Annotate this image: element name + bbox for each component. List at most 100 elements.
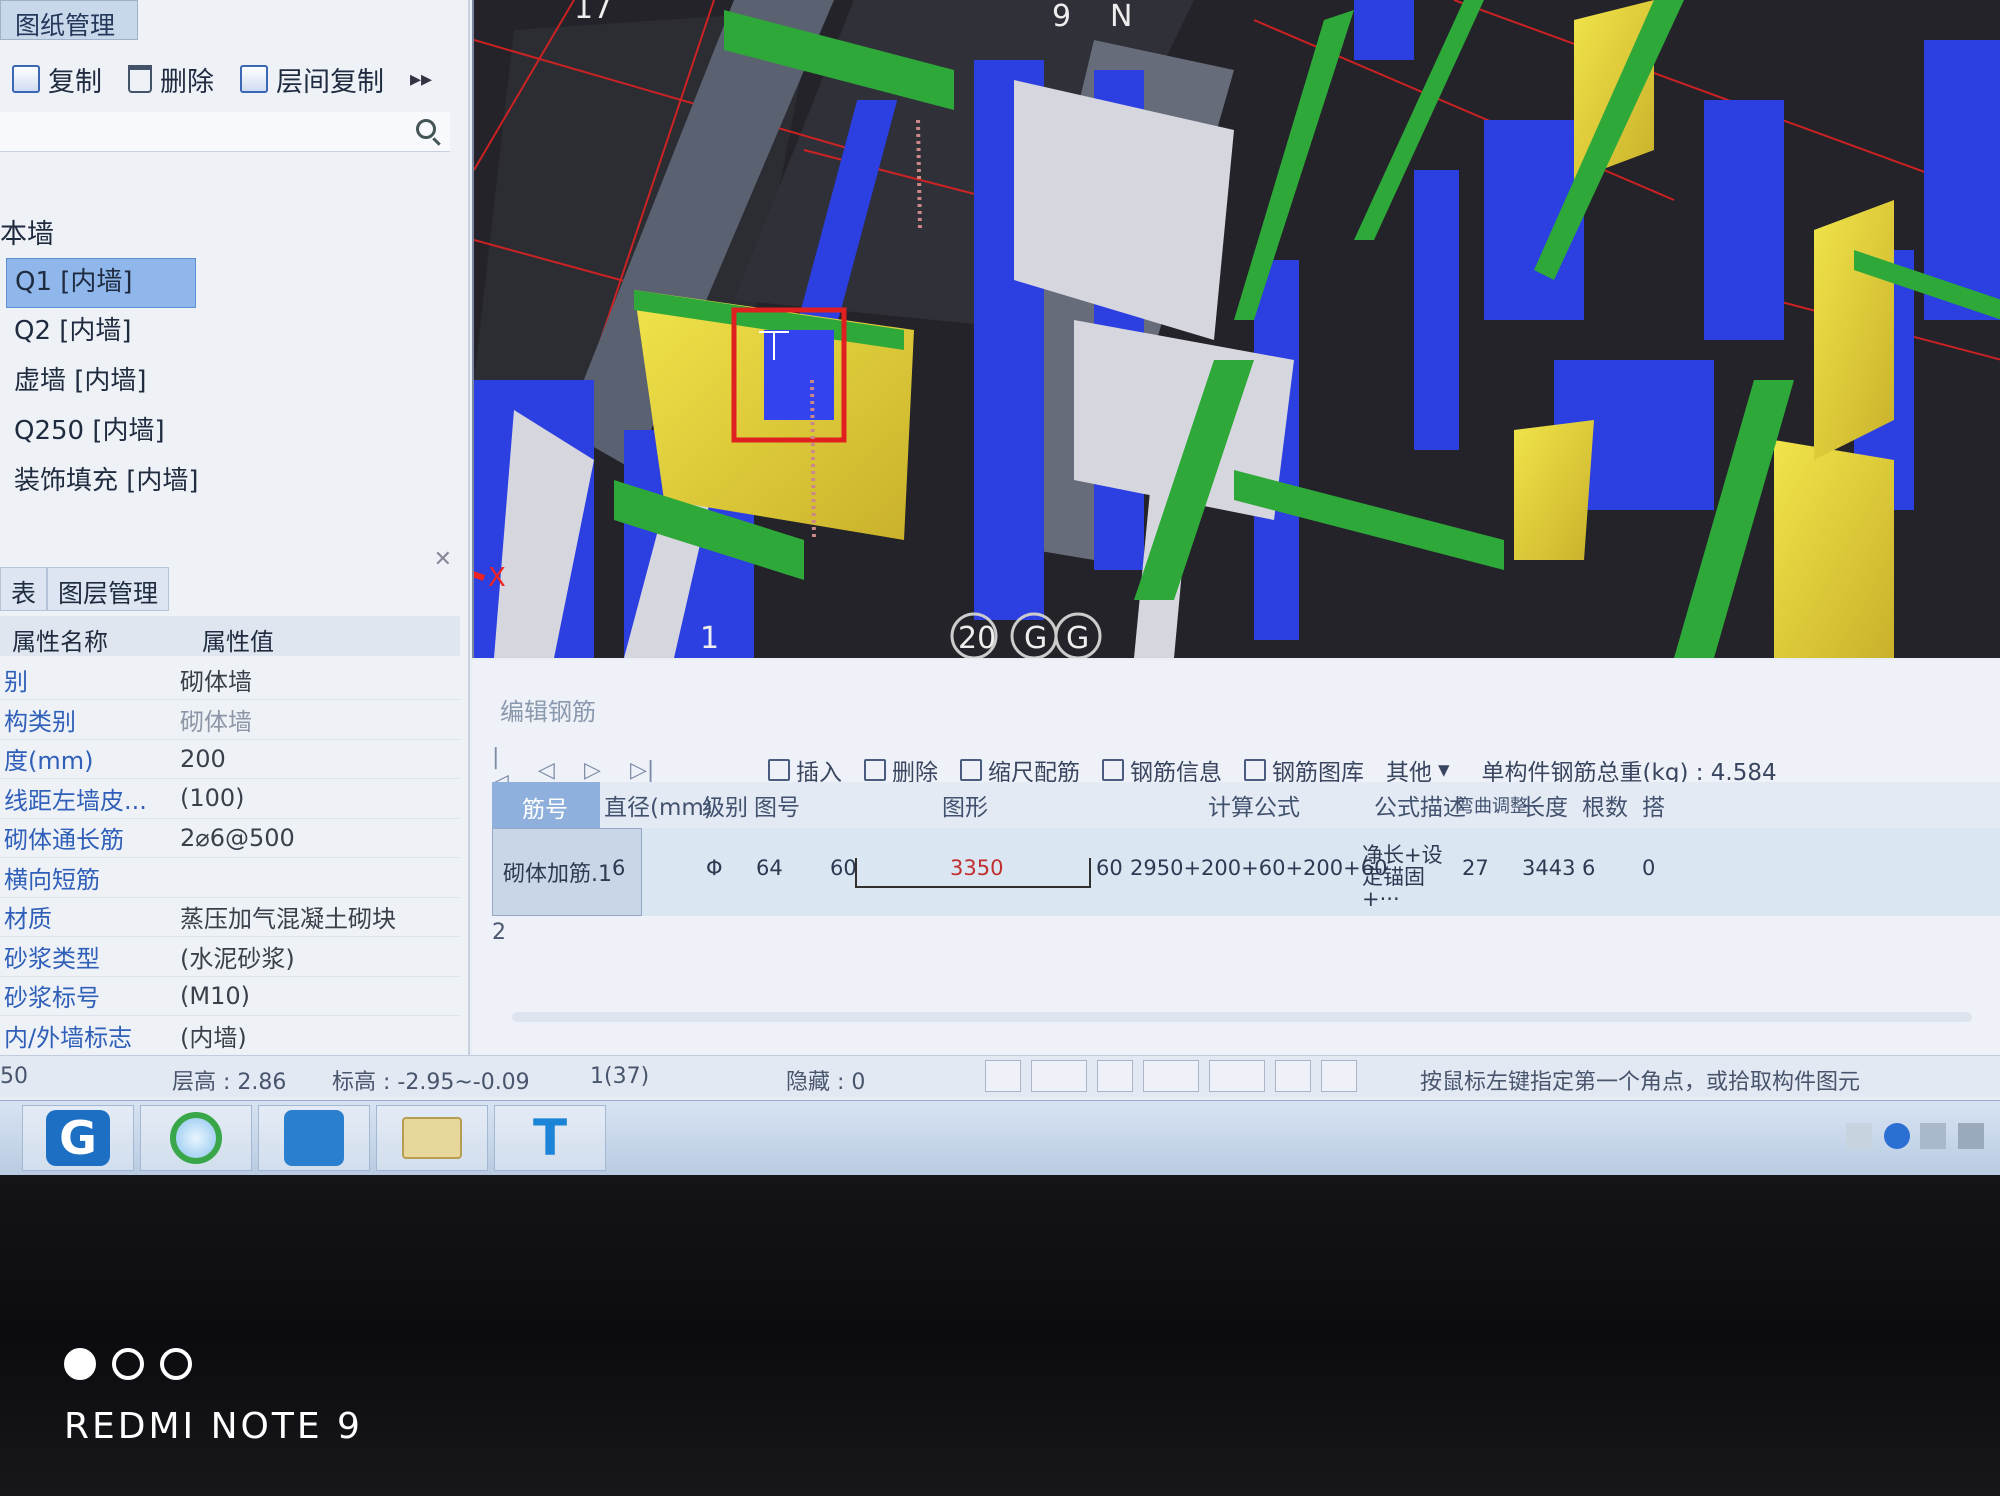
property-row[interactable]: 度(mm) 200: [0, 739, 460, 779]
wall-item-q250[interactable]: Q250 [内墙]: [6, 408, 306, 458]
status-left-value: 50: [0, 1064, 28, 1089]
next-record-icon[interactable]: ▷: [584, 758, 608, 783]
rebar-editor-panel: 编辑钢筋 |◁ ◁ ▷ ▷| 插入 删除 缩尺配筋 钢筋信息 钢筋图库 其他▾ …: [472, 660, 2000, 1055]
property-name: 砌体通长筋: [0, 818, 170, 858]
property-row[interactable]: 材质 蒸压加气混凝土砌块: [0, 897, 460, 937]
wall-item-q2[interactable]: Q2 [内墙]: [6, 308, 306, 358]
property-name: 砂浆标号: [0, 976, 170, 1016]
table-row[interactable]: 砌体加筋.1 6 Φ 64 60 3350 60 2950+200+60+200…: [492, 828, 2000, 916]
angle-snap-icon[interactable]: [1143, 1060, 1199, 1092]
property-value[interactable]: (100): [170, 778, 460, 819]
corner-snap-icon[interactable]: [985, 1060, 1021, 1092]
property-row[interactable]: 线距左墙皮... (100): [0, 778, 460, 819]
cross-snap-icon[interactable]: [1097, 1060, 1133, 1092]
property-name: 线距左墙皮...: [0, 778, 170, 819]
axis-label-1: 1: [700, 621, 719, 656]
snap-tools: [985, 1060, 1357, 1092]
cell-count[interactable]: 6: [1582, 856, 1595, 880]
tree-heading: 本墙: [0, 219, 54, 250]
col-formula: 计算公式: [1208, 795, 1300, 821]
horizontal-scrollbar[interactable]: [512, 1012, 1972, 1022]
property-value[interactable]: (水泥砂浆): [170, 936, 460, 977]
property-row[interactable]: 砂浆类型 (水泥砂浆): [0, 936, 460, 977]
wall-item-q1[interactable]: Q1 [内墙]: [6, 258, 196, 308]
col-fig-no: 图号: [754, 795, 800, 821]
more-arrows-icon[interactable]: ▸▸: [410, 67, 432, 92]
property-value[interactable]: 2⌀6@500: [170, 818, 460, 858]
property-row[interactable]: 别砌体墙: [0, 660, 460, 700]
wall-item-virtual[interactable]: 虚墙 [内墙]: [6, 358, 306, 408]
property-value[interactable]: 蒸压加气混凝土砌块: [170, 897, 460, 937]
cell-formula[interactable]: 2950+200+60+200+60: [1130, 856, 1387, 880]
cell-diameter[interactable]: 6: [612, 856, 625, 880]
property-value[interactable]: (内墙): [170, 1015, 460, 1056]
col-shape: 图形: [942, 795, 988, 821]
search-icon[interactable]: [416, 119, 436, 139]
property-value[interactable]: (M10): [170, 976, 460, 1016]
taskbar-tool-button[interactable]: [258, 1105, 370, 1171]
copy-button[interactable]: 复制: [12, 60, 102, 99]
col-lap: 搭: [1642, 795, 1665, 821]
monitor-bezel: [0, 1175, 2000, 1496]
prev-record-icon[interactable]: ◁: [538, 758, 562, 783]
cell-mid-length: 3350: [950, 856, 1004, 880]
cell-bend-adjust[interactable]: 27: [1462, 856, 1489, 880]
property-value[interactable]: [170, 857, 460, 898]
offset-icon[interactable]: [1209, 1060, 1265, 1092]
taskbar-folder-button[interactable]: [376, 1105, 488, 1171]
taskbar-t-button[interactable]: T: [494, 1105, 606, 1171]
hidden-count: 隐藏 : 0: [786, 1070, 866, 1095]
property-name: 构类别: [0, 699, 170, 740]
3d-viewport[interactable]: L 17 9 N G G G 20 1 X: [472, 0, 2000, 658]
row-number-2[interactable]: 2: [492, 920, 506, 945]
cell-lap[interactable]: 0: [1642, 856, 1655, 880]
taskbar-ie-button[interactable]: [140, 1105, 252, 1171]
drawing-management-tab[interactable]: 图纸管理: [0, 0, 138, 40]
status-hint: 按鼠标左键指定第一个角点，或拾取构件图元: [1420, 1070, 1861, 1095]
floor-copy-icon: [240, 65, 268, 93]
cell-grade[interactable]: Φ: [706, 856, 723, 880]
elevation: 标高 : -2.95~-0.09: [332, 1070, 530, 1095]
property-value[interactable]: 砌体墙: [170, 699, 460, 740]
display-icon[interactable]: [1275, 1060, 1311, 1092]
property-row[interactable]: 砌体通长筋 2⌀6@500: [0, 818, 460, 858]
copy-label: 复制: [48, 66, 102, 98]
tab-property-table[interactable]: 表: [0, 567, 48, 611]
last-record-icon[interactable]: ▷|: [630, 758, 654, 783]
delete-button[interactable]: 删除: [128, 60, 214, 99]
search-input[interactable]: [0, 112, 450, 152]
col-formula-desc: 公式描述: [1374, 795, 1466, 821]
axis-label-9: 9: [1052, 0, 1071, 34]
t-app-icon: T: [532, 1109, 568, 1167]
property-row[interactable]: 砂浆标号 (M10): [0, 976, 460, 1016]
property-value[interactable]: 200: [170, 739, 460, 779]
rect-select-icon[interactable]: [1031, 1060, 1087, 1092]
3d-model-view[interactable]: L 17 9 N G G G 20 1 X: [474, 0, 2000, 658]
info-list-icon: [1102, 759, 1124, 781]
left-panel: 图纸管理 复制 删除 层间复制 ▸▸ 本墙 Q1 [内墙] Q2 [内墙] 虚墙…: [0, 0, 470, 1056]
wall-item-decor-fill[interactable]: 装饰填充 [内墙]: [6, 458, 306, 508]
property-name: 内/外墙标志: [0, 1015, 170, 1056]
wall-list: Q1 [内墙] Q2 [内墙] 虚墙 [内墙] Q250 [内墙] 装饰填充 […: [6, 258, 306, 508]
volume-icon[interactable]: [1958, 1123, 1984, 1149]
cell-length[interactable]: 3443: [1522, 856, 1575, 880]
network-icon[interactable]: [1920, 1123, 1946, 1149]
property-row[interactable]: 内/外墙标志 (内墙): [0, 1015, 460, 1056]
floor-copy-button[interactable]: 层间复制: [240, 60, 384, 99]
col-bend-adjust: 弯曲调整: [1456, 796, 1528, 817]
close-icon[interactable]: ✕: [434, 547, 452, 572]
cell-formula-desc[interactable]: 净长+设定锚固+···: [1362, 844, 1452, 910]
keyboard-icon[interactable]: [1846, 1123, 1872, 1149]
help-icon[interactable]: [1884, 1123, 1910, 1149]
property-row[interactable]: 横向短筋: [0, 857, 460, 898]
property-row[interactable]: 构类别 砌体墙: [0, 699, 460, 740]
property-header: 属性名称 属性值: [0, 616, 460, 656]
property-value[interactable]: 砌体墙: [170, 660, 460, 700]
tab-layer-management[interactable]: 图层管理: [47, 567, 170, 611]
ie-icon: [170, 1112, 222, 1164]
floor-height: 层高 : 2.86: [172, 1070, 287, 1095]
cell-fig-no[interactable]: 64: [756, 856, 783, 880]
arc-icon[interactable]: [1321, 1060, 1357, 1092]
taskbar: G T: [0, 1100, 2000, 1175]
taskbar-glodon-button[interactable]: G: [22, 1105, 134, 1171]
